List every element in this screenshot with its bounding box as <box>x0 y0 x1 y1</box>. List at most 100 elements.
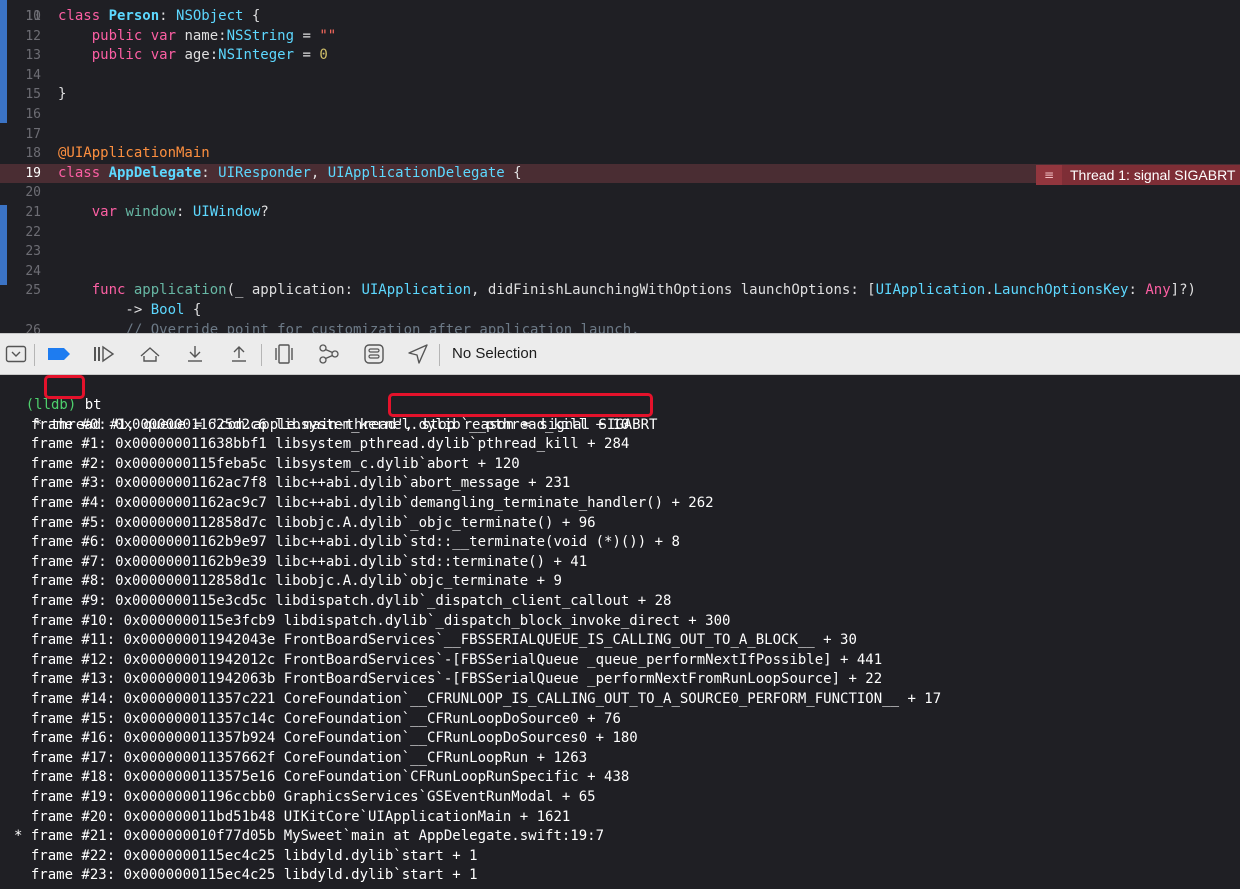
code-text: var window: UIWindow? <box>58 203 269 223</box>
code-text: } <box>58 85 66 105</box>
line-number: 18 <box>25 146 41 162</box>
simulate-location-icon[interactable] <box>405 342 431 366</box>
code-token: { <box>184 302 202 318</box>
code-token: Any <box>1145 282 1171 299</box>
code-line: 14 <box>0 66 1240 86</box>
toolbar-separator <box>34 344 35 366</box>
error-lines-icon[interactable]: ≡ <box>1036 165 1062 185</box>
lldb-console[interactable]: (lldb) bt * thread #1, queue = 'com.appl… <box>0 375 1240 889</box>
line-number: 13 <box>25 48 41 64</box>
code-token: UIWindow <box>192 204 261 220</box>
line-number: 19 <box>25 165 41 181</box>
code-text: func application(_ application: UIApplic… <box>58 281 1196 301</box>
line-number: 12 <box>25 28 41 44</box>
code-token: NSObject <box>176 8 244 24</box>
code-token: . <box>985 282 994 299</box>
environment-overrides-icon[interactable] <box>361 342 387 366</box>
backtrace-frame: frame #15: 0x000000011357c14c CoreFounda… <box>14 710 621 727</box>
code-token: : <box>201 164 219 181</box>
backtrace-frame-current: * frame #21: 0x000000010f77d05b MySweet`… <box>14 828 605 845</box>
code-token: : <box>1128 282 1146 299</box>
backtrace-frame: frame #13: 0x000000011942063b FrontBoard… <box>14 671 883 688</box>
code-line: -> Bool { <box>0 301 1240 321</box>
code-line: 10 <box>0 0 1240 24</box>
line-number: 24 <box>25 263 41 279</box>
backtrace-frame: frame #12: 0x000000011942012c FrontBoard… <box>14 651 883 668</box>
code-token: : <box>159 8 177 24</box>
breakpoints-toggle-icon[interactable] <box>46 342 72 366</box>
code-token: UIApplication <box>361 282 472 299</box>
line-number: 22 <box>25 224 41 240</box>
code-token: 0 <box>319 47 328 64</box>
code-line: 21 var window: UIWindow? <box>0 203 1240 223</box>
backtrace-frame: frame #1: 0x000000011638bbf1 libsystem_p… <box>14 436 630 453</box>
step-over-icon[interactable] <box>137 342 163 366</box>
code-token: UIApplicationDelegate <box>327 164 505 181</box>
code-line: 24 <box>0 262 1240 282</box>
code-token: // Override point for customization afte… <box>58 321 640 333</box>
line-number: 21 <box>25 205 41 220</box>
code-token: class <box>58 8 109 24</box>
code-token: { <box>243 8 261 24</box>
backtrace-frame: frame #22: 0x0000000115ec4c25 libdyld.dy… <box>14 847 478 864</box>
backtrace-frame: frame #16: 0x000000011357b924 CoreFounda… <box>14 730 638 747</box>
code-text: // Override point for customization afte… <box>58 321 640 333</box>
backtrace-frame: frame #20: 0x000000011bd51b48 UIKitCore`… <box>14 808 571 825</box>
code-token: AppDelegate <box>108 164 202 181</box>
error-annotation[interactable]: ≡ Thread 1: signal SIGABRT <box>1036 165 1240 185</box>
code-token: UIApplication <box>875 282 986 299</box>
toolbar-separator <box>439 344 440 366</box>
code-token: window <box>125 204 177 220</box>
code-line: 26 // Override point for customization a… <box>0 321 1240 333</box>
code-token: ? <box>260 204 269 220</box>
code-token: LaunchOptionsKey <box>993 282 1129 299</box>
code-token: = <box>294 47 320 64</box>
backtrace-frame: frame #19: 0x00000001196ccbb0 GraphicsSe… <box>14 789 596 805</box>
backtrace-frame: frame #18: 0x0000000113575e16 CoreFounda… <box>14 769 630 786</box>
code-line: 13 public var age:NSInteger = 0 <box>0 46 1240 66</box>
error-message: Thread 1: signal SIGABRT <box>1062 165 1240 185</box>
backtrace-frame: frame #0: 0x000000011625d2c6 libsystem_k… <box>14 416 630 433</box>
line-number: 11 <box>25 9 41 24</box>
source-editor[interactable]: 10 11 class Person: NSObject {12 public v… <box>0 0 1240 333</box>
code-token: NSString <box>226 27 295 44</box>
code-token: func <box>91 282 134 299</box>
hide-debug-area-icon[interactable] <box>3 342 29 366</box>
line-number: 26 <box>25 322 41 333</box>
backtrace-frame: frame #11: 0x000000011942043e FrontBoard… <box>14 632 857 649</box>
backtrace-frame: frame #6: 0x00000001162b9e97 libc++abi.d… <box>14 534 680 551</box>
code-token: (_ application: <box>226 282 362 299</box>
code-token: name: <box>184 27 227 44</box>
backtrace-frame: frame #8: 0x0000000112858d1c libobjc.A.d… <box>14 573 562 590</box>
memory-graph-icon[interactable] <box>316 342 342 366</box>
code-token: , <box>310 164 328 181</box>
code-line: 20 <box>0 183 1240 203</box>
step-out-icon[interactable] <box>226 342 252 366</box>
code-token: = <box>294 27 320 44</box>
backtrace-frame: frame #10: 0x0000000115e3fcb9 libdispatc… <box>14 612 731 629</box>
code-line: 25 func application(_ application: UIApp… <box>0 281 1240 301</box>
code-token: } <box>58 86 67 103</box>
backtrace-frame: frame #23: 0x0000000115ec4c25 libdyld.dy… <box>14 867 478 884</box>
backtrace-frame: frame #4: 0x00000001162ac9c7 libc++abi.d… <box>14 495 714 511</box>
code-token: NSInteger <box>218 47 295 64</box>
line-number: 14 <box>25 67 41 83</box>
line-number: 20 <box>25 185 41 201</box>
continue-icon[interactable] <box>91 342 117 366</box>
line-number: 16 <box>25 107 41 122</box>
backtrace-frame: frame #2: 0x0000000115feba5c libsystem_c… <box>14 455 520 472</box>
code-text: -> Bool { <box>58 301 201 321</box>
code-token: public var <box>91 47 185 64</box>
code-token: UIResponder <box>218 164 311 181</box>
code-token: application <box>133 282 227 299</box>
line-number: 15 <box>25 87 41 103</box>
code-line: 22 <box>0 223 1240 243</box>
code-text: public var age:NSInteger = 0 <box>58 46 328 66</box>
debug-view-hierarchy-icon[interactable] <box>271 342 297 366</box>
step-into-icon[interactable] <box>182 342 208 366</box>
backtrace-frame: frame #17: 0x000000011357662f CoreFounda… <box>14 749 588 766</box>
